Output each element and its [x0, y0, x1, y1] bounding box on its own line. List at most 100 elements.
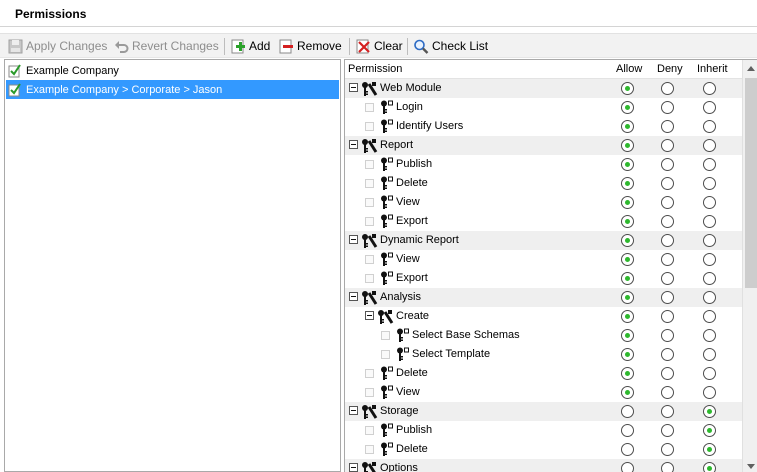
allow-radio[interactable]: [621, 386, 634, 399]
table-row[interactable]: Identify Users: [345, 117, 742, 136]
deny-radio[interactable]: [661, 386, 674, 399]
table-row[interactable]: Select Template: [345, 345, 742, 364]
table-row[interactable]: Select Base Schemas: [345, 326, 742, 345]
inherit-radio[interactable]: [703, 367, 716, 380]
deny-radio[interactable]: [661, 291, 674, 304]
table-row[interactable]: Delete: [345, 364, 742, 383]
deny-radio[interactable]: [661, 101, 674, 114]
deny-radio[interactable]: [661, 177, 674, 190]
inherit-radio[interactable]: [703, 177, 716, 190]
row-checkbox[interactable]: [365, 274, 374, 283]
table-row[interactable]: Delete: [345, 440, 742, 459]
table-row[interactable]: Storage: [345, 402, 742, 421]
allow-radio[interactable]: [621, 101, 634, 114]
collapse-icon[interactable]: [349, 406, 358, 415]
allow-radio[interactable]: [621, 234, 634, 247]
table-row[interactable]: View: [345, 383, 742, 402]
column-header-allow[interactable]: Allow: [616, 63, 642, 75]
inherit-radio[interactable]: [703, 101, 716, 114]
deny-radio[interactable]: [661, 139, 674, 152]
inherit-radio[interactable]: [703, 443, 716, 456]
allow-radio[interactable]: [621, 424, 634, 437]
deny-radio[interactable]: [661, 348, 674, 361]
inherit-radio[interactable]: [703, 386, 716, 399]
deny-radio[interactable]: [661, 253, 674, 266]
collapse-icon[interactable]: [349, 235, 358, 244]
allow-radio[interactable]: [621, 272, 634, 285]
table-row[interactable]: Login: [345, 98, 742, 117]
allow-radio[interactable]: [621, 443, 634, 456]
column-header-inherit[interactable]: Inherit: [697, 63, 728, 75]
row-checkbox[interactable]: [365, 426, 374, 435]
table-row[interactable]: View: [345, 250, 742, 269]
allow-radio[interactable]: [621, 196, 634, 209]
table-row[interactable]: Analysis: [345, 288, 742, 307]
column-header-deny[interactable]: Deny: [657, 63, 683, 75]
allow-radio[interactable]: [621, 177, 634, 190]
inherit-radio[interactable]: [703, 234, 716, 247]
clear-button[interactable]: Clear: [356, 37, 403, 55]
allow-radio[interactable]: [621, 310, 634, 323]
row-checkbox[interactable]: [365, 445, 374, 454]
table-row[interactable]: Export: [345, 212, 742, 231]
inherit-radio[interactable]: [703, 215, 716, 228]
deny-radio[interactable]: [661, 234, 674, 247]
list-item[interactable]: Example Company: [6, 61, 339, 80]
table-row[interactable]: Delete: [345, 174, 742, 193]
collapse-icon[interactable]: [349, 463, 358, 472]
deny-radio[interactable]: [661, 120, 674, 133]
row-checkbox[interactable]: [365, 160, 374, 169]
inherit-radio[interactable]: [703, 405, 716, 418]
inherit-radio[interactable]: [703, 291, 716, 304]
row-checkbox[interactable]: [365, 388, 374, 397]
add-button[interactable]: Add: [230, 37, 270, 55]
collapse-icon[interactable]: [365, 311, 374, 320]
row-checkbox[interactable]: [365, 179, 374, 188]
allow-radio[interactable]: [621, 139, 634, 152]
table-row[interactable]: Publish: [345, 421, 742, 440]
deny-radio[interactable]: [661, 424, 674, 437]
inherit-radio[interactable]: [703, 462, 716, 472]
inherit-radio[interactable]: [703, 82, 716, 95]
allow-radio[interactable]: [621, 348, 634, 361]
table-row[interactable]: View: [345, 193, 742, 212]
apply-changes-button[interactable]: Apply Changes: [8, 37, 107, 55]
deny-radio[interactable]: [661, 462, 674, 472]
inherit-radio[interactable]: [703, 424, 716, 437]
allow-radio[interactable]: [621, 82, 634, 95]
inherit-radio[interactable]: [703, 329, 716, 342]
column-header-permission[interactable]: Permission: [348, 63, 402, 75]
list-item[interactable]: Example Company > Corporate > Jason: [6, 80, 339, 99]
deny-radio[interactable]: [661, 329, 674, 342]
scrollbar-thumb[interactable]: [745, 78, 757, 288]
inherit-radio[interactable]: [703, 310, 716, 323]
collapse-icon[interactable]: [349, 292, 358, 301]
deny-radio[interactable]: [661, 367, 674, 380]
inherit-radio[interactable]: [703, 272, 716, 285]
inherit-radio[interactable]: [703, 253, 716, 266]
allow-radio[interactable]: [621, 462, 634, 472]
scroll-down-icon[interactable]: [747, 464, 755, 469]
vertical-scrollbar[interactable]: [742, 60, 757, 472]
row-checkbox[interactable]: [381, 350, 390, 359]
row-checkbox[interactable]: [365, 217, 374, 226]
allow-radio[interactable]: [621, 291, 634, 304]
table-row[interactable]: Dynamic Report: [345, 231, 742, 250]
inherit-radio[interactable]: [703, 158, 716, 171]
row-checkbox[interactable]: [381, 331, 390, 340]
allow-radio[interactable]: [621, 158, 634, 171]
inherit-radio[interactable]: [703, 348, 716, 361]
inherit-radio[interactable]: [703, 139, 716, 152]
allow-radio[interactable]: [621, 215, 634, 228]
row-checkbox[interactable]: [365, 369, 374, 378]
table-row[interactable]: Options: [345, 459, 742, 472]
inherit-radio[interactable]: [703, 196, 716, 209]
row-checkbox[interactable]: [365, 198, 374, 207]
deny-radio[interactable]: [661, 405, 674, 418]
remove-button[interactable]: Remove: [278, 37, 342, 55]
inherit-radio[interactable]: [703, 120, 716, 133]
revert-changes-button[interactable]: Revert Changes: [114, 37, 219, 55]
table-row[interactable]: Create: [345, 307, 742, 326]
collapse-icon[interactable]: [349, 140, 358, 149]
deny-radio[interactable]: [661, 443, 674, 456]
